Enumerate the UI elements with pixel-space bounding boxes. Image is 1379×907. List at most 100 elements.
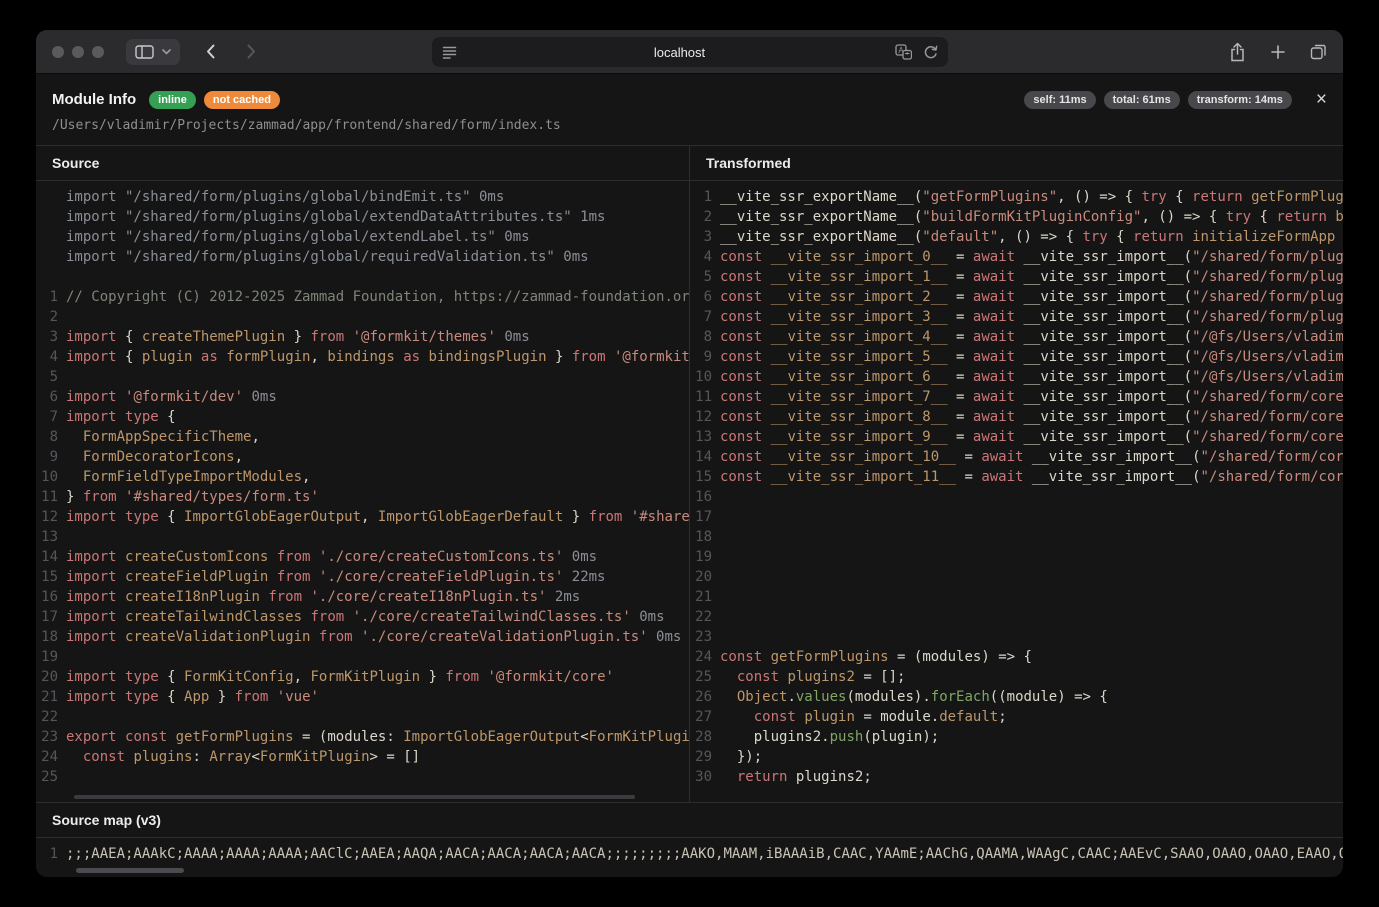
code-line: 21import type { App } from 'vue': [36, 687, 689, 707]
toolbar-right-buttons: [1229, 42, 1327, 62]
code-line: 13const __vite_ssr_import_9__ = await __…: [690, 427, 1343, 447]
code-line: 22: [36, 707, 689, 727]
transformed-pane-title: Transformed: [690, 146, 1343, 181]
code-line: 5: [36, 367, 689, 387]
code-line: 16import createI18nPlugin from './core/c…: [36, 587, 689, 607]
browser-toolbar: localhost A: [36, 30, 1343, 74]
code-line: 23export const getFormPlugins = (modules…: [36, 727, 689, 747]
module-info-panel: Module Info inline not cached self: 11ms…: [36, 74, 1343, 877]
transformed-code[interactable]: 1__vite_ssr_exportName__("getFormPlugins…: [690, 181, 1343, 802]
timing-total: total: 61ms: [1104, 91, 1180, 109]
close-window-button[interactable]: [52, 46, 64, 58]
timing-transform: transform: 14ms: [1188, 91, 1292, 109]
code-line: 1__vite_ssr_exportName__("getFormPlugins…: [690, 187, 1343, 207]
source-code[interactable]: import "/shared/form/plugins/global/bind…: [36, 181, 689, 802]
reader-icon[interactable]: [442, 46, 457, 59]
code-line: 28 plugins2.push(plugin);: [690, 727, 1343, 747]
minimize-window-button[interactable]: [72, 46, 84, 58]
code-line: 24const getFormPlugins = (modules) => {: [690, 647, 1343, 667]
chevron-right-icon: [247, 44, 256, 59]
code-line: 9const __vite_ssr_import_5__ = await __v…: [690, 347, 1343, 367]
code-line: 15const __vite_ssr_import_11__ = await _…: [690, 467, 1343, 487]
code-line: 18import createValidationPlugin from './…: [36, 627, 689, 647]
code-line: 17: [690, 507, 1343, 527]
code-line: 19: [36, 647, 689, 667]
share-icon: [1229, 42, 1246, 62]
page-title: Module Info: [52, 91, 136, 108]
code-line: 4const __vite_ssr_import_0__ = await __v…: [690, 247, 1343, 267]
reload-icon[interactable]: [923, 45, 938, 60]
share-button[interactable]: [1229, 42, 1246, 62]
new-tab-button[interactable]: [1270, 44, 1286, 60]
code-line: 25: [36, 767, 689, 787]
code-line: 29 });: [690, 747, 1343, 767]
code-line: 24 const plugins: Array<FormKitPlugin> =…: [36, 747, 689, 767]
code-line: 5const __vite_ssr_import_1__ = await __v…: [690, 267, 1343, 287]
sourcemap-mappings: ;;;AAEA;AAAkC;AAAA;AAAA;AAAA;AAClC;AAEA;…: [66, 844, 1343, 864]
code-line: 26 Object.values(modules).forEach((modul…: [690, 687, 1343, 707]
code-line: 27 const plugin = module.default;: [690, 707, 1343, 727]
code-line: 21: [690, 587, 1343, 607]
code-line: import "/shared/form/plugins/global/bind…: [36, 187, 689, 207]
code-line: 10 FormFieldTypeImportModules,: [36, 467, 689, 487]
code-line: 3import { createThemePlugin } from '@for…: [36, 327, 689, 347]
code-line: 16: [690, 487, 1343, 507]
code-line: 1// Copyright (C) 2012-2025 Zammad Found…: [36, 287, 689, 307]
chevron-down-icon: [162, 49, 171, 55]
code-line: 9 FormDecoratorIcons,: [36, 447, 689, 467]
code-line: 3__vite_ssr_exportName__("default", () =…: [690, 227, 1343, 247]
code-line: [36, 267, 689, 287]
back-button[interactable]: [206, 44, 215, 59]
code-line: import "/shared/form/plugins/global/exte…: [36, 227, 689, 247]
plus-icon: [1270, 44, 1286, 60]
timing-self: self: 11ms: [1024, 91, 1095, 109]
code-line: 15import createFieldPlugin from './core/…: [36, 567, 689, 587]
module-info-header: Module Info inline not cached self: 11ms…: [36, 74, 1343, 111]
status-badge-inline: inline: [149, 91, 196, 109]
code-line: 6import '@formkit/dev' 0ms: [36, 387, 689, 407]
code-line: 20: [690, 567, 1343, 587]
code-line: 30 return plugins2;: [690, 767, 1343, 787]
translate-icon[interactable]: A: [895, 44, 912, 60]
code-line: 10const __vite_ssr_import_6__ = await __…: [690, 367, 1343, 387]
code-line: 11const __vite_ssr_import_7__ = await __…: [690, 387, 1343, 407]
zoom-window-button[interactable]: [92, 46, 104, 58]
sourcemap-section: Source map (v3) 1 ;;;AAEA;AAAkC;AAAA;AAA…: [36, 802, 1343, 877]
code-line: 2__vite_ssr_exportName__("buildFormKitPl…: [690, 207, 1343, 227]
transformed-pane: Transformed 1__vite_ssr_exportName__("ge…: [689, 146, 1343, 802]
address-bar[interactable]: localhost A: [432, 37, 948, 67]
sourcemap-scrollbar-track: [36, 864, 1343, 877]
code-line: 23: [690, 627, 1343, 647]
code-line: 7import type {: [36, 407, 689, 427]
code-line: 8const __vite_ssr_import_4__ = await __v…: [690, 327, 1343, 347]
code-line: 14import createCustomIcons from './core/…: [36, 547, 689, 567]
sidebar-toggle-button[interactable]: [126, 39, 180, 65]
window-controls: [52, 46, 104, 58]
forward-button[interactable]: [247, 44, 256, 59]
sidebar-icon: [135, 45, 154, 59]
sourcemap-title: Source map (v3): [36, 803, 1343, 838]
close-icon[interactable]: ×: [1316, 90, 1327, 109]
module-path: /Users/vladimir/Projects/zammad/app/fron…: [36, 111, 1343, 145]
code-line: 8 FormAppSpecificTheme,: [36, 427, 689, 447]
code-line: 19: [690, 547, 1343, 567]
code-line: 20import type { FormKitConfig, FormKitPl…: [36, 667, 689, 687]
code-line: 17import createTailwindClasses from './c…: [36, 607, 689, 627]
source-horizontal-scrollbar[interactable]: [74, 795, 635, 799]
code-line: 18: [690, 527, 1343, 547]
url-text[interactable]: localhost: [482, 45, 878, 60]
code-line: 2: [36, 307, 689, 327]
code-line: 6const __vite_ssr_import_2__ = await __v…: [690, 287, 1343, 307]
chevron-left-icon: [206, 44, 215, 59]
sourcemap-scrollbar-thumb[interactable]: [76, 868, 184, 873]
code-line: import "/shared/form/plugins/global/exte…: [36, 207, 689, 227]
sourcemap-line-number: 1: [36, 844, 66, 864]
browser-window: localhost A: [36, 30, 1343, 877]
tab-overview-icon: [1310, 43, 1327, 60]
tab-overview-button[interactable]: [1310, 43, 1327, 60]
source-pane-title: Source: [36, 146, 689, 181]
code-line: 14const __vite_ssr_import_10__ = await _…: [690, 447, 1343, 467]
code-line: 25 const plugins2 = [];: [690, 667, 1343, 687]
code-line: import "/shared/form/plugins/global/requ…: [36, 247, 689, 267]
code-line: 7const __vite_ssr_import_3__ = await __v…: [690, 307, 1343, 327]
